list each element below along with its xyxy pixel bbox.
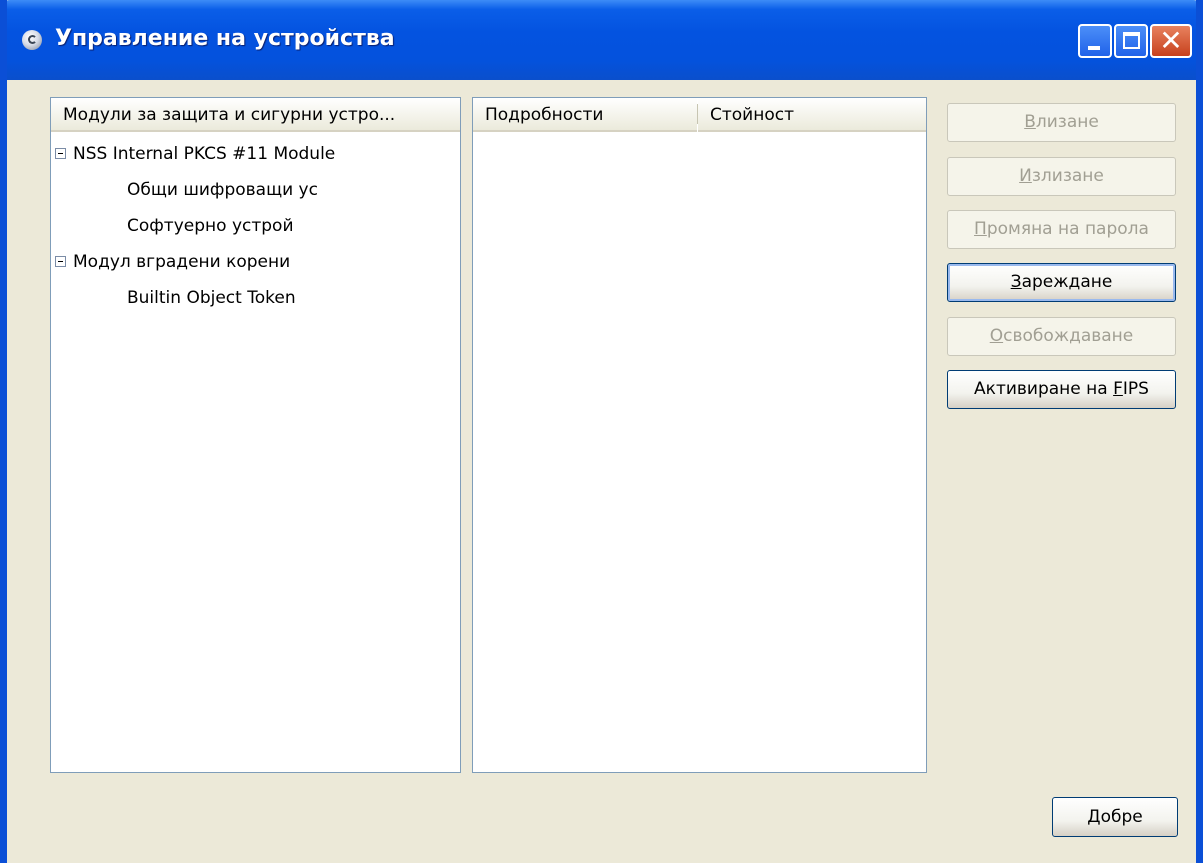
collapse-icon[interactable] xyxy=(55,256,66,267)
button-accesskey: F xyxy=(1113,379,1123,399)
tree-item-software-security-device[interactable]: Софтуерно устрой xyxy=(127,209,294,243)
tree-item-label: Общи шифроващи ус xyxy=(127,180,318,200)
unload-button[interactable]: Освобождаване xyxy=(947,317,1176,356)
title-bar[interactable]: Управление на устройства ✕ xyxy=(7,0,1196,80)
logout-button[interactable]: Излизане xyxy=(947,157,1176,196)
details-list[interactable]: Подробности Стойност xyxy=(472,97,927,773)
button-accesskey: И xyxy=(1019,166,1032,186)
ok-button[interactable]: Добре xyxy=(1052,797,1178,837)
button-label: злизане xyxy=(1031,166,1104,186)
window-title: Управление на устройства xyxy=(55,26,395,51)
button-accesskey: О xyxy=(989,326,1004,346)
button-accesskey: В xyxy=(1024,112,1036,132)
tree-item-label: Builtin Object Token xyxy=(127,288,296,308)
close-button[interactable]: ✕ xyxy=(1150,24,1192,58)
login-button[interactable]: Влизане xyxy=(947,103,1176,142)
value-column-header[interactable]: Стойност xyxy=(698,98,926,132)
details-column-header[interactable]: Подробности xyxy=(473,98,697,132)
value-column-label: Стойност xyxy=(710,105,794,125)
button-label: обре xyxy=(1100,806,1143,827)
minimize-button[interactable] xyxy=(1078,24,1112,58)
button-label: ареждане xyxy=(1021,272,1113,292)
modules-column-label: Модули за защита и сигурни устро... xyxy=(63,105,396,125)
change-password-button[interactable]: Промяна на парола xyxy=(947,210,1176,249)
tree-item-generic-crypto-services[interactable]: Общи шифроващи ус xyxy=(127,173,318,207)
tree-item-label: NSS Internal PKCS #11 Module xyxy=(73,144,336,164)
modules-tree[interactable]: Модули за защита и сигурни устро... NSS … xyxy=(50,97,461,773)
button-label: ромяна на парола xyxy=(986,219,1149,239)
button-accesskey: З xyxy=(1010,272,1022,292)
button-label: IPS xyxy=(1122,379,1149,399)
enable-fips-button[interactable]: Активиране на FIPS xyxy=(947,370,1176,409)
tree-item-builtin-object-token[interactable]: Builtin Object Token xyxy=(127,281,296,315)
app-icon xyxy=(22,30,42,50)
maximize-icon xyxy=(1123,32,1140,49)
button-accesskey: Д xyxy=(1087,806,1101,827)
tree-item-label: Софтуерно устрой xyxy=(127,216,294,236)
collapse-icon[interactable] xyxy=(55,148,66,159)
minimize-icon xyxy=(1088,46,1100,50)
button-label: Активиране на xyxy=(974,379,1114,399)
modules-column-header[interactable]: Модули за защита и сигурни устро... xyxy=(51,98,460,132)
button-label: свобождаване xyxy=(1003,326,1134,346)
maximize-button[interactable] xyxy=(1114,24,1148,58)
details-column-label: Подробности xyxy=(485,105,604,125)
load-button[interactable]: Зареждане xyxy=(947,263,1176,302)
button-label: лизане xyxy=(1035,112,1099,132)
close-icon: ✕ xyxy=(1159,24,1183,57)
button-accesskey: П xyxy=(974,219,987,239)
device-manager-window: Управление на устройства ✕ Модули за защ… xyxy=(0,0,1203,863)
tree-item-label: Модул вградени корени xyxy=(73,252,291,272)
